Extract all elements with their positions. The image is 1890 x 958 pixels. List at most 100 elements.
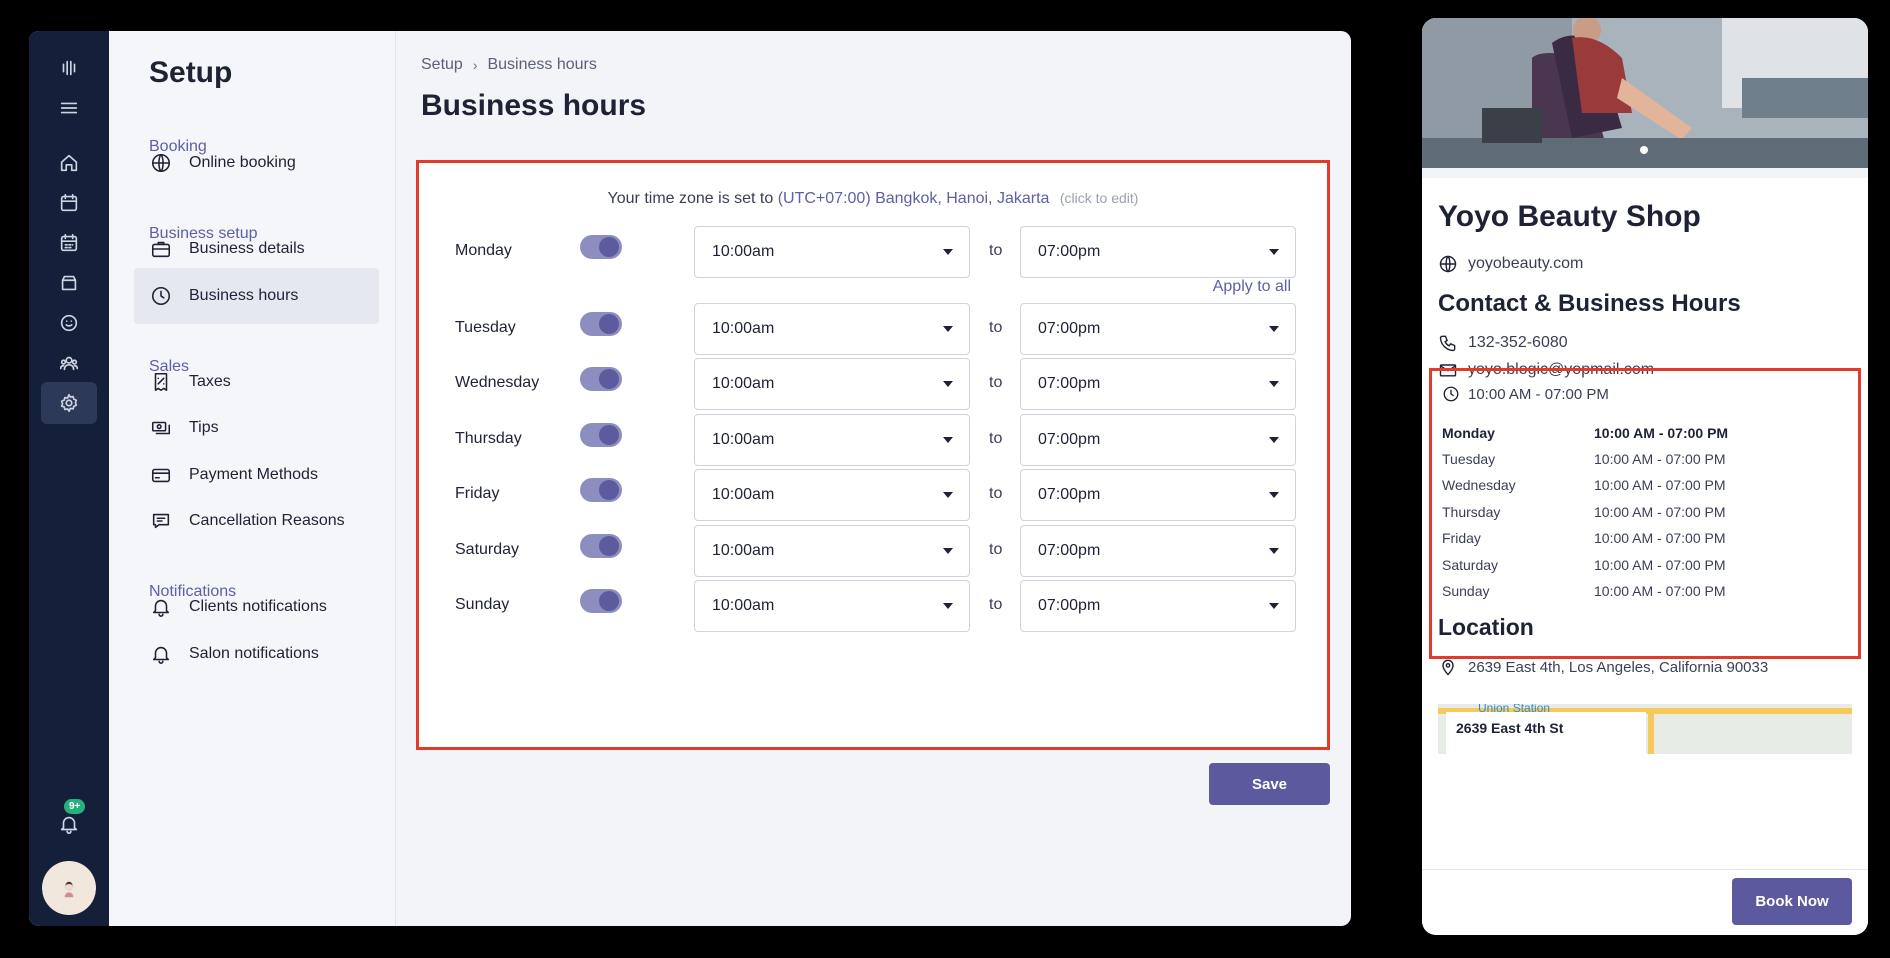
toggle-knob [599,591,619,611]
calendar-icon[interactable] [41,182,97,224]
schedule-icon[interactable] [41,222,97,264]
hours-day: Wednesday [1442,477,1516,493]
day-toggle[interactable] [580,235,622,259]
hours-time: 10:00 AM - 07:00 PM [1594,477,1726,493]
sidebar-item-label: Cancellation Reasons [189,512,345,529]
open-time-value: 10:00am [712,320,775,337]
address-row[interactable]: 2639 East 4th, Los Angeles, California 9… [1438,657,1768,677]
close-time-value: 07:00pm [1038,320,1101,337]
hours-day: Monday [1442,425,1495,441]
open-time-select[interactable]: 10:00am [694,469,970,521]
page-title: Business hours [421,89,647,122]
inventory-icon[interactable] [41,262,97,304]
sidebar-item-label: Business hours [189,287,299,304]
smile-icon[interactable] [41,302,97,344]
icon-sidebar: 9+ [29,31,109,926]
menu-icon[interactable] [41,87,97,129]
to-label: to [989,541,1003,558]
phone-row[interactable]: 132-352-6080 [1438,333,1568,353]
open-time-value: 10:00am [712,597,775,614]
close-time-value: 07:00pm [1038,597,1101,614]
open-time-select[interactable]: 10:00am [694,303,970,355]
main-content: Setup › Business hours Business hours Yo… [396,31,1351,926]
phone-frame: Yoyo Beauty Shop yoyobeauty.com Contact … [1400,0,1890,958]
card-icon [151,468,171,483]
caret-down-icon [1269,381,1279,387]
day-label: Friday [455,485,500,502]
timezone-value-link[interactable]: (UTC+07:00) Bangkok, Hanoi, Jakarta [778,190,1050,207]
timezone-edit-hint[interactable]: (click to edit) [1060,190,1139,206]
open-time-select[interactable]: 10:00am [694,226,970,278]
caret-down-icon [943,437,953,443]
caret-down-icon [943,492,953,498]
open-time-value: 10:00am [712,431,775,448]
close-time-select[interactable]: 07:00pm [1020,414,1296,466]
book-now-button[interactable]: Book Now [1732,878,1852,925]
sidebar-item-business-hours[interactable]: Business hours [134,268,379,324]
close-time-select[interactable]: 07:00pm [1020,525,1296,577]
open-time-value: 10:00am [712,542,775,559]
day-label: Monday [455,242,512,259]
caret-down-icon [943,548,953,554]
logo-icon[interactable] [41,47,97,89]
to-label: to [989,596,1003,613]
close-time-select[interactable]: 07:00pm [1020,580,1296,632]
sidebar-item-salon-notifications[interactable]: Salon notifications [134,626,379,682]
bell-icon [152,599,170,617]
caret-down-icon [1269,603,1279,609]
open-time-select[interactable]: 10:00am [694,414,970,466]
hours-time: 10:00 AM - 07:00 PM [1594,425,1729,441]
setup-sidebar: Setup Booking Online booking Business se… [109,31,396,926]
to-label: to [989,485,1003,502]
clock-icon [1443,386,1459,402]
day-toggle[interactable] [580,478,622,502]
hours-day: Sunday [1442,583,1490,599]
open-time-select[interactable]: 10:00am [694,525,970,577]
salon-hero-image[interactable] [1422,18,1868,168]
website-row[interactable]: yoyobeauty.com [1438,254,1583,274]
clients-icon[interactable] [41,342,97,384]
open-time-select[interactable]: 10:00am [694,580,970,632]
save-button[interactable]: Save [1209,763,1330,805]
close-time-select[interactable]: 07:00pm [1020,303,1296,355]
day-row-sunday: Sunday 10:00am to 07:00pm [419,580,1327,632]
location-map[interactable]: Union Station 2639 East 4th St [1438,704,1852,754]
hours-summary[interactable]: 10:00 AM - 07:00 PM [1442,385,1609,403]
phone-number[interactable]: 132-352-6080 [1468,334,1568,352]
settings-icon[interactable] [41,382,97,424]
day-toggle[interactable] [580,589,622,613]
day-toggle[interactable] [580,312,622,336]
day-toggle[interactable] [580,534,622,558]
close-time-select[interactable]: 07:00pm [1020,358,1296,410]
home-icon[interactable] [41,142,97,184]
day-toggle[interactable] [580,423,622,447]
website-link[interactable]: yoyobeauty.com [1468,255,1583,273]
day-row-monday: Monday 10:00am to 07:00pm [419,226,1327,278]
caret-down-icon [943,381,953,387]
sidebar-item-online-booking[interactable]: Online booking [134,135,379,191]
carousel-dot[interactable] [1640,146,1648,154]
user-avatar[interactable] [42,861,96,915]
day-label: Tuesday [455,319,516,336]
open-time-select[interactable]: 10:00am [694,358,970,410]
sidebar-item-label: Online booking [189,154,296,171]
day-row-wednesday: Wednesday 10:00am to 07:00pm [419,358,1327,410]
to-label: to [989,319,1003,336]
notification-count-badge: 9+ [64,799,86,814]
clock-icon [151,286,171,306]
phone-icon [1439,335,1456,352]
map-pin-icon [1442,659,1454,676]
address-text[interactable]: 2639 East 4th, Los Angeles, California 9… [1468,659,1768,676]
caret-down-icon [943,249,953,255]
avatar-illustration [64,881,74,898]
sidebar-item-cancellation-reasons[interactable]: Cancellation Reasons [134,493,379,549]
close-time-value: 07:00pm [1038,486,1101,503]
apply-to-all-link[interactable]: Apply to all [1213,278,1291,296]
map-road [1648,708,1654,754]
sidebar-item-label: Payment Methods [189,466,318,483]
close-time-select[interactable]: 07:00pm [1020,226,1296,278]
day-toggle[interactable] [580,367,622,391]
close-time-select[interactable]: 07:00pm [1020,469,1296,521]
day-row-friday: Friday 10:00am to 07:00pm [419,469,1327,521]
breadcrumb-setup-link[interactable]: Setup [421,56,463,74]
